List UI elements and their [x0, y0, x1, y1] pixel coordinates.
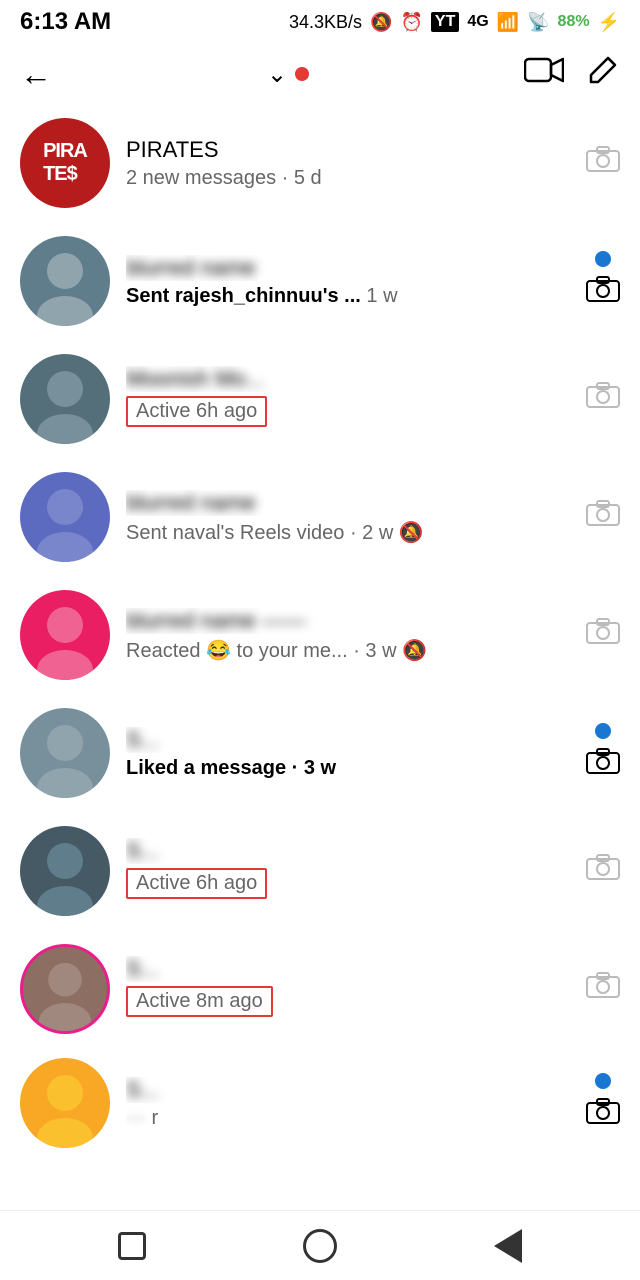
conv-meta: Liked a message · 3 w — [126, 757, 576, 780]
conv-right — [586, 499, 620, 536]
camera-icon[interactable] — [586, 747, 620, 784]
conv-right — [586, 251, 620, 312]
alarm-icon: ⏰ — [400, 12, 422, 33]
camera-icon[interactable] — [586, 617, 620, 654]
conv-meta: ··· r — [126, 1107, 576, 1130]
home-button[interactable] — [303, 1229, 337, 1263]
conv-content: PIRATES 2 new messages · 5 d — [126, 137, 576, 190]
avatar — [20, 590, 110, 680]
conversation-list: PIRATE$ PIRATES 2 new messages · 5 d blu… — [0, 104, 640, 1210]
list-item[interactable]: S... Active 6h ago — [0, 812, 640, 930]
conv-content: S... ··· r — [126, 1077, 576, 1130]
speed-indicator: 34.3KB/s — [289, 12, 362, 33]
conv-content: S... Active 6h ago — [126, 838, 576, 904]
avatar — [20, 236, 110, 326]
unread-dot — [595, 723, 611, 739]
conv-meta-active: Active 6h ago — [126, 868, 267, 899]
video-call-button[interactable] — [524, 56, 564, 92]
conv-right — [586, 971, 620, 1008]
camera-icon[interactable] — [586, 275, 620, 312]
conv-meta: 2 new messages · 5 d — [126, 167, 576, 190]
signal-icon: 📶 — [497, 12, 519, 33]
status-icons: 34.3KB/s 🔕 ⏰ YT 4G 📶 📡 88% ⚡ — [289, 12, 620, 33]
conv-content: blurred name Sent rajesh_chinnuu's ... 1… — [126, 255, 576, 308]
conv-name: blurred name — [126, 255, 576, 281]
camera-icon[interactable] — [586, 145, 620, 182]
conv-meta: Reacted 😂 to your me... · 3 w 🔕 — [126, 638, 576, 663]
active-dot — [295, 67, 309, 81]
conv-meta-active: Active 8m ago — [126, 986, 273, 1017]
conv-right — [586, 1073, 620, 1134]
battery-indicator: 88% — [558, 13, 590, 31]
camera-icon[interactable] — [586, 381, 620, 418]
unread-dot — [595, 1073, 611, 1089]
chevron-down-icon[interactable]: ⌄ — [267, 60, 287, 89]
conv-content: S... Active 8m ago — [126, 956, 576, 1022]
camera-icon[interactable] — [586, 1097, 620, 1134]
mute-icon: 🔕 — [370, 12, 392, 33]
status-time: 6:13 AM — [20, 8, 111, 36]
avatar — [20, 708, 110, 798]
conv-name: blurred name — [126, 490, 576, 516]
conv-name: PIRATES — [126, 137, 576, 163]
list-item[interactable]: S... ··· r — [0, 1048, 640, 1158]
conv-content: Moonish Mo... Active 6h ago — [126, 366, 576, 432]
conv-right — [586, 853, 620, 890]
conv-content: S... Liked a message · 3 w — [126, 727, 576, 780]
conv-name: Moonish Mo... — [126, 366, 576, 392]
conv-name: S... — [126, 727, 576, 753]
nav-left: ← — [20, 56, 52, 93]
wifi-icon: 📡 — [527, 12, 549, 33]
camera-icon[interactable] — [586, 853, 620, 890]
conv-meta-active: Active 6h ago — [126, 396, 267, 427]
top-nav: ← ⌄ — [0, 44, 640, 104]
conv-meta: Sent naval's Reels video · 2 w 🔕 — [126, 520, 576, 545]
list-item[interactable]: Moonish Mo... Active 6h ago — [0, 340, 640, 458]
camera-icon[interactable] — [586, 971, 620, 1008]
4g-icon: 4G — [467, 13, 488, 31]
camera-icon[interactable] — [586, 499, 620, 536]
back-nav-button[interactable] — [494, 1229, 522, 1263]
conv-right — [586, 145, 620, 182]
avatar — [20, 354, 110, 444]
avatar — [20, 472, 110, 562]
list-item[interactable]: blurred name Sent rajesh_chinnuu's ... 1… — [0, 222, 640, 340]
list-item[interactable]: S... Active 8m ago — [0, 930, 640, 1048]
conv-right — [586, 617, 620, 654]
ytm-icon: YT — [431, 12, 459, 32]
avatar — [20, 826, 110, 916]
conv-right — [586, 723, 620, 784]
conv-name: blurred name —— — [126, 608, 576, 634]
conv-name: S... — [126, 838, 576, 864]
nav-center: ⌄ — [267, 60, 309, 89]
conv-content: blurred name —— Reacted 😂 to your me... … — [126, 608, 576, 663]
conv-name: S... — [126, 956, 576, 982]
avatar — [20, 1058, 110, 1148]
conv-meta: Sent rajesh_chinnuu's ... 1 w — [126, 285, 576, 308]
status-bar: 6:13 AM 34.3KB/s 🔕 ⏰ YT 4G 📶 📡 88% ⚡ — [0, 0, 640, 44]
avatar: PIRATE$ — [20, 118, 110, 208]
conv-content: blurred name Sent naval's Reels video · … — [126, 490, 576, 545]
list-item[interactable]: PIRATE$ PIRATES 2 new messages · 5 d — [0, 104, 640, 222]
avatar — [20, 944, 110, 1034]
back-button[interactable]: ← — [20, 56, 52, 93]
list-item[interactable]: S... Liked a message · 3 w — [0, 694, 640, 812]
list-item[interactable]: blurred name Sent naval's Reels video · … — [0, 458, 640, 576]
unread-dot — [595, 251, 611, 267]
conv-name: S... — [126, 1077, 576, 1103]
recent-apps-button[interactable] — [118, 1232, 146, 1260]
list-item[interactable]: blurred name —— Reacted 😂 to your me... … — [0, 576, 640, 694]
charging-icon: ⚡ — [598, 12, 620, 33]
conv-right — [586, 381, 620, 418]
android-nav — [0, 1210, 640, 1280]
compose-button[interactable] — [586, 53, 620, 95]
nav-right — [524, 53, 620, 95]
